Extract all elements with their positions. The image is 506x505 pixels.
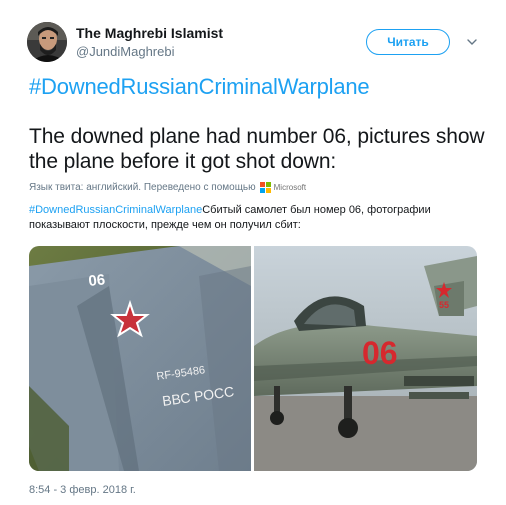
right-number-label: 06 [362,335,398,371]
author-name[interactable]: The Maghrebi Islamist [76,25,223,41]
translated-hashtag-link[interactable]: #DownedRussianCriminalWarplane [29,204,202,216]
author-handle[interactable]: @JundiMaghrebi [76,44,174,59]
translation-notice: Язык твита: английский. Переведено с пом… [29,182,306,193]
tail-number-label: 55 [439,300,449,310]
media-gallery: 06 RF-95486 ВВС РОСС 06 55 [29,246,477,471]
hashtag-link[interactable]: #DownedRussianCriminalWarplane [29,74,370,100]
follow-button-label: Читать [387,35,429,49]
microsoft-label: Microsoft [273,183,307,192]
follow-button[interactable]: Читать [366,29,450,55]
avatar-image [27,22,67,62]
avatar[interactable] [27,22,67,62]
photo-plane-before[interactable]: 06 55 [254,246,477,471]
microsoft-logo-icon [259,182,271,193]
photo-downed-plane[interactable]: 06 RF-95486 ВВС РОСС [29,246,251,471]
timestamp[interactable]: 8:54 - 3 февр. 2018 г. [29,484,136,496]
tweet-text: The downed plane had number 06, pictures… [29,125,485,173]
left-number-label: 06 [88,271,106,290]
chevron-down-icon[interactable] [466,36,478,48]
translation-notice-text: Язык твита: английский. Переведено с пом… [29,182,256,193]
translated-text: #DownedRussianCriminalWarplaneСбитый сам… [29,203,479,233]
